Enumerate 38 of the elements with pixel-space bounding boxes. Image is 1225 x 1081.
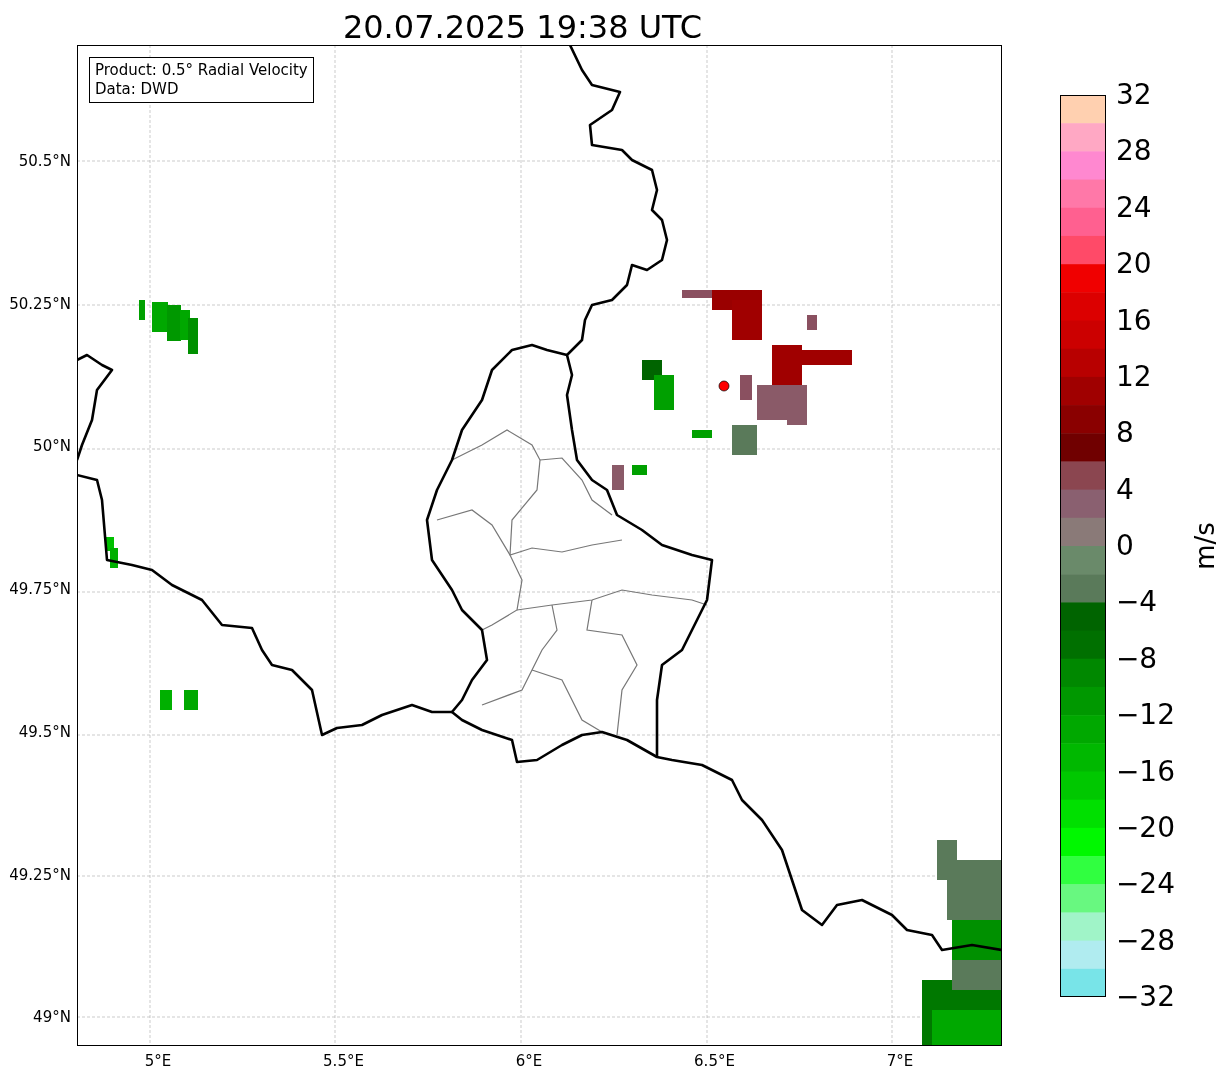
- longitude-label: 5.5°E: [323, 1052, 364, 1070]
- legend-text: Product: 0.5° Radial Velocity: [94, 61, 308, 80]
- scale-label: 0: [1115, 532, 1135, 560]
- scale-label: 16: [1115, 306, 1153, 335]
- radar-echo: [183, 690, 198, 710]
- longitude-label: 6°E: [515, 1052, 543, 1070]
- unit-label: m/s: [1190, 522, 1220, 570]
- scale-label: −32: [1115, 983, 1175, 1011]
- longitude-label: 6.5°E: [694, 1052, 735, 1070]
- legend-text: Data: DWD: [94, 80, 180, 99]
- scale-label: −24: [1115, 870, 1175, 899]
- longitude-label: 5°E: [144, 1052, 172, 1070]
- scale-label: −12: [1115, 701, 1175, 730]
- latitude-label: 50°N: [33, 437, 71, 456]
- scale-label: 8: [1115, 419, 1135, 448]
- scale-label: −20: [1115, 813, 1175, 842]
- scale-label: 24: [1115, 193, 1153, 222]
- latitude-label: 49.75°N: [9, 580, 71, 599]
- scale-label: −4: [1115, 588, 1159, 617]
- scale-label: 20: [1115, 250, 1153, 279]
- radar-echo: [159, 690, 172, 710]
- scale-label: −16: [1115, 757, 1175, 786]
- scale-label: 32: [1115, 81, 1153, 109]
- radar-site-marker: [718, 380, 730, 392]
- latitude-label: 50.5°N: [18, 152, 71, 170]
- scale-label: 4: [1115, 475, 1135, 504]
- scale-label: 28: [1115, 137, 1153, 166]
- scale-label: −8: [1115, 644, 1159, 673]
- scale-label: 12: [1115, 362, 1153, 391]
- latitude-label: 50.25°N: [9, 294, 71, 313]
- radar-echo: [105, 537, 118, 568]
- latitude-label: 49.25°N: [9, 865, 71, 884]
- radar-echo: [138, 300, 198, 354]
- latitude-label: 49°N: [33, 1008, 71, 1027]
- scale-label: −28: [1115, 926, 1175, 955]
- latitude-label: 49.5°N: [18, 722, 71, 741]
- longitude-label: 7°E: [886, 1052, 914, 1070]
- chart-title: 20.07.2025 19:38 UTC: [342, 9, 703, 45]
